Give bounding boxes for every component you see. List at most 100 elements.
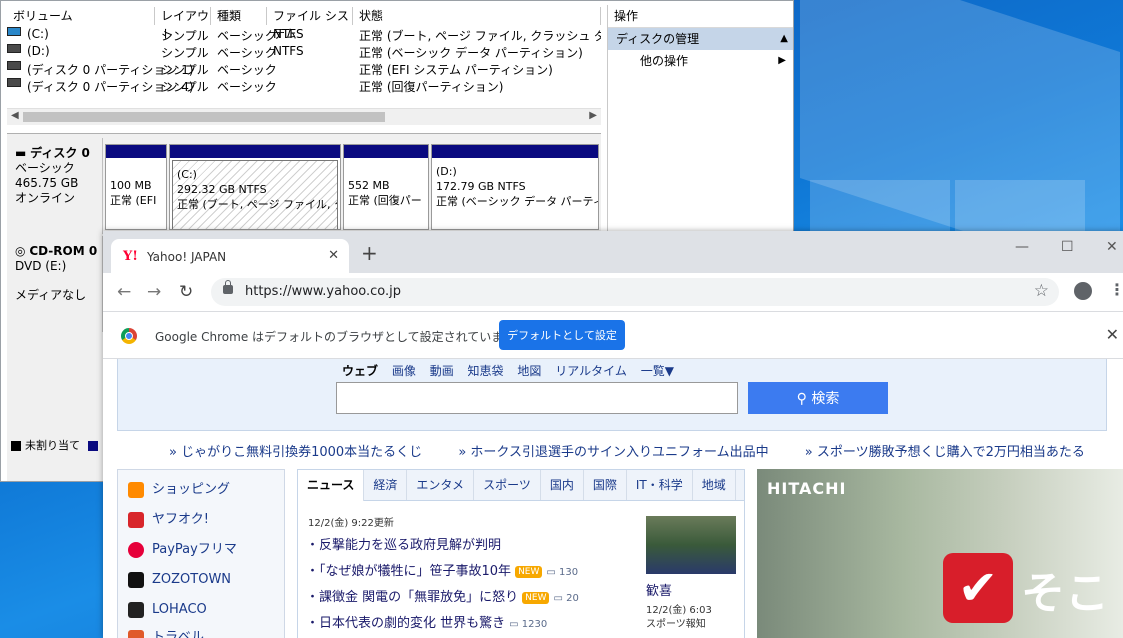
- search-tab-realtime[interactable]: リアルタイム: [555, 364, 627, 378]
- browser-tab[interactable]: Y! Yahoo! JAPAN ✕: [111, 239, 349, 273]
- volume-type: ベーシック: [217, 80, 277, 94]
- cdrom-label[interactable]: ◎ CD-ROM 0 DVD (E:) メディアなし: [7, 236, 103, 332]
- promo-link[interactable]: » スポーツ勝敗予想くじ購入で2万円相当あたる: [805, 445, 1101, 460]
- service-travel[interactable]: トラベル: [128, 626, 204, 638]
- col-status[interactable]: 状態: [353, 7, 601, 25]
- volume-name: (D:): [27, 44, 50, 58]
- set-default-button[interactable]: デフォルトとして設定: [499, 320, 625, 350]
- yahoo-page: ウェブ 画像 動画 知恵袋 地図 リアルタイム 一覧▼ ⚲ 検索 » じゃがりこ…: [103, 359, 1123, 638]
- search-tab-web[interactable]: ウェブ: [342, 364, 378, 378]
- volume-layout: シンプル: [161, 46, 209, 60]
- volume-layout: シンプル: [161, 63, 209, 77]
- partition-size: 100 MB: [110, 179, 152, 192]
- reload-icon[interactable]: ↻: [179, 282, 193, 302]
- promo-text: じゃがりこ無料引換券1000本当たるくじ: [181, 445, 423, 460]
- drive-icon: [7, 27, 21, 36]
- search-tabs: ウェブ 画像 動画 知恵袋 地図 リアルタイム 一覧▼: [342, 362, 684, 379]
- volume-status: 正常 (EFI システム パーティション): [359, 63, 553, 77]
- col-filesystem[interactable]: ファイル システム: [267, 7, 353, 41]
- action-other[interactable]: 他の操作 ▶: [608, 50, 793, 72]
- service-zozotown[interactable]: ZOZOTOWN: [128, 568, 231, 592]
- news-tab-international[interactable]: 国際: [584, 470, 627, 500]
- service-paypay-flea[interactable]: PayPayフリマ: [128, 538, 237, 562]
- search-tab-map[interactable]: 地図: [517, 364, 541, 378]
- service-yafuoku[interactable]: ヤフオク!: [128, 508, 209, 532]
- search-icon: ⚲: [796, 391, 807, 407]
- search-tab-list[interactable]: 一覧▼: [641, 364, 674, 378]
- infobar-close-icon[interactable]: ✕: [1106, 325, 1119, 344]
- news-tab-entertainment[interactable]: エンタメ: [407, 470, 475, 500]
- search-input[interactable]: [336, 382, 738, 414]
- news-photo[interactable]: [646, 516, 736, 574]
- partition-d[interactable]: (D:) 172.79 GB NTFS 正常 (ベーシック データ パーティシ: [431, 144, 599, 230]
- news-tab-local[interactable]: 地域: [693, 470, 736, 500]
- comment-icon: ▭: [546, 567, 556, 578]
- disk0-label[interactable]: ▬ ディスク 0 ベーシック 465.75 GB オンライン: [7, 138, 103, 234]
- action-disk-management[interactable]: ディスクの管理 ▲: [608, 28, 793, 50]
- search-button[interactable]: ⚲ 検索: [748, 382, 888, 414]
- chrome-titlebar[interactable]: Y! Yahoo! JAPAN ✕ + — ☐ ✕: [103, 231, 1123, 273]
- promo-link[interactable]: » じゃがりこ無料引換券1000本当たるくじ: [169, 445, 438, 460]
- volume-row[interactable]: (D:) シンプル ベーシック NTFS 正常 (ベーシック データ パーティシ…: [7, 44, 601, 61]
- chrome-window: Y! Yahoo! JAPAN ✕ + — ☐ ✕ ← → ↻ https://…: [103, 231, 1123, 638]
- advertisement[interactable]: HITACHI ✔ そこ: [757, 469, 1123, 638]
- volume-row[interactable]: (ディスク 0 パーティション 1) シンプル ベーシック 正常 (EFI シス…: [7, 61, 601, 78]
- profile-icon[interactable]: [1074, 282, 1092, 300]
- maximize-icon[interactable]: ☐: [1061, 239, 1074, 255]
- minimize-icon[interactable]: —: [1015, 239, 1029, 255]
- new-tab-icon[interactable]: +: [361, 243, 378, 263]
- horizontal-scrollbar[interactable]: ◀ ▶: [7, 108, 601, 125]
- service-label: ショッピング: [152, 482, 231, 497]
- menu-kebab-icon[interactable]: ⋮: [1109, 280, 1123, 299]
- news-tab-news[interactable]: ニュース: [298, 470, 365, 501]
- search-tab-chiebukuro[interactable]: 知恵袋: [468, 364, 504, 378]
- actions-header: 操作: [608, 5, 793, 28]
- volume-row[interactable]: (ディスク 0 パーティション 4) シンプル ベーシック 正常 (回復パーティ…: [7, 78, 601, 95]
- back-icon[interactable]: ←: [117, 282, 131, 302]
- forward-icon[interactable]: →: [147, 282, 161, 302]
- service-lohaco[interactable]: LOHACO: [128, 598, 207, 622]
- promo-link[interactable]: » ホークス引退選手のサイン入りユニフォーム出品中: [458, 445, 784, 460]
- url-text[interactable]: https://www.yahoo.co.jp: [245, 284, 401, 299]
- disk-icon: ▬: [15, 146, 27, 160]
- news-headline[interactable]: ・課徴金 関電の「無罪放免」に怒り NEW ▭ 20: [306, 586, 579, 605]
- promo-text: ホークス引退選手のサイン入りユニフォーム出品中: [470, 445, 769, 460]
- news-headline[interactable]: ・日本代表の劇的変化 世界も驚き ▭ 1230: [306, 612, 547, 631]
- service-shopping[interactable]: ショッピング: [128, 478, 230, 502]
- search-tab-images[interactable]: 画像: [392, 364, 416, 378]
- volume-row[interactable]: (C:) シンプル ベーシック NTFS 正常 (ブート, ページ ファイル, …: [7, 27, 601, 44]
- news-headline[interactable]: ・「なぜ娘が犠牲に」笹子事故10年 NEW ▭ 130: [306, 560, 578, 579]
- address-bar[interactable]: https://www.yahoo.co.jp ☆: [211, 278, 1059, 306]
- new-badge: NEW: [522, 591, 550, 604]
- scrollbar-thumb[interactable]: [23, 112, 385, 122]
- action-label: ディスクの管理: [616, 32, 700, 46]
- photo-source: スポーツ報知: [646, 619, 706, 630]
- disk0-state: オンライン: [15, 191, 76, 205]
- search-tab-video[interactable]: 動画: [430, 364, 454, 378]
- news-photo-caption[interactable]: 歓喜: [646, 580, 672, 599]
- default-browser-infobar: Google Chrome はデフォルトのブラウザとして設定されていません デフ…: [103, 312, 1123, 359]
- search-button-label: 検索: [811, 391, 840, 407]
- partition-c[interactable]: (C:) 292.32 GB NTFS 正常 (ブート, ページ ファイル, ク…: [169, 144, 341, 230]
- news-tab-economy[interactable]: 経済: [364, 470, 408, 500]
- scroll-right-icon[interactable]: ▶: [589, 110, 597, 121]
- volume-layout: シンプル: [161, 29, 209, 43]
- collapse-icon[interactable]: ▲: [780, 28, 788, 50]
- tab-close-icon[interactable]: ✕: [328, 248, 339, 263]
- bookmark-star-icon[interactable]: ☆: [1034, 281, 1049, 301]
- disk0-type: ベーシック: [15, 161, 75, 175]
- col-type[interactable]: 種類: [211, 7, 267, 25]
- cdrom-name: CD-ROM 0: [29, 244, 98, 258]
- cdrom-icon: ◎: [15, 244, 26, 258]
- news-tab-domestic[interactable]: 国内: [541, 470, 584, 500]
- news-headline[interactable]: ・反撃能力を巡る政府見解が判明: [306, 534, 501, 553]
- headline-text: 日本代表の劇的変化 世界も驚き: [319, 616, 506, 631]
- news-tab-sports[interactable]: スポーツ: [474, 470, 541, 500]
- col-volume[interactable]: ボリューム: [7, 7, 155, 25]
- partition-efi[interactable]: 100 MB 正常 (EFI: [105, 144, 167, 230]
- news-tab-it-science[interactable]: IT・科学: [627, 470, 693, 500]
- partition-recovery[interactable]: 552 MB 正常 (回復パー: [343, 144, 429, 230]
- window-close-icon[interactable]: ✕: [1106, 239, 1118, 255]
- scroll-left-icon[interactable]: ◀: [11, 110, 19, 121]
- col-layout[interactable]: レイアウト: [155, 7, 211, 41]
